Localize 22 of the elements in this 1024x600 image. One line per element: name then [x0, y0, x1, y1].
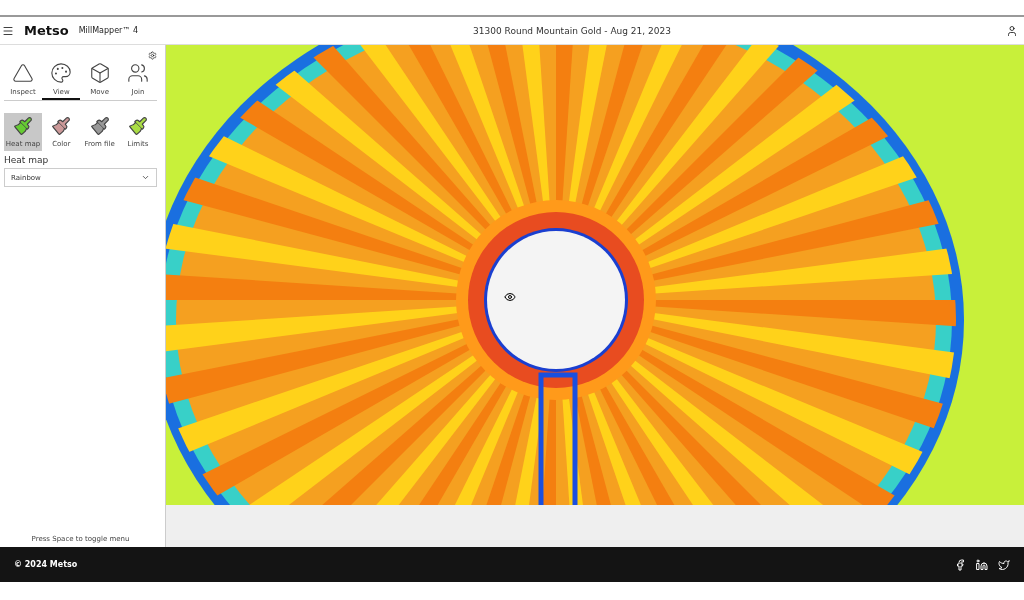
settings-icon[interactable] — [148, 51, 157, 60]
page-title: 31300 Round Mountain Gold - Aug 21, 2023 — [472, 25, 672, 36]
tool-icon — [12, 62, 34, 84]
facebook-icon[interactable] — [954, 558, 966, 571]
brush-icon — [89, 116, 110, 136]
linkedin-icon[interactable] — [976, 558, 988, 571]
field-label: Heat map — [4, 155, 50, 165]
menu-icon[interactable] — [2, 24, 14, 37]
eye-icon[interactable] — [504, 291, 516, 303]
twitter-icon[interactable] — [998, 558, 1010, 571]
brush-icon — [128, 116, 148, 136]
copyright-text: © 2024 Metso — [14, 560, 79, 569]
brush-icon — [13, 116, 33, 136]
tool-icon — [50, 62, 73, 84]
chevron-icon — [141, 173, 150, 182]
brand-logo: Metso — [24, 23, 69, 38]
tool-icon — [88, 62, 111, 84]
heatmap-render-drawing[interactable] — [166, 45, 1024, 547]
user-icon[interactable] — [1006, 24, 1018, 37]
brush-icon — [51, 116, 72, 136]
tool-icon — [127, 62, 149, 84]
product-name: MillMapper™ 4 — [78, 26, 138, 35]
